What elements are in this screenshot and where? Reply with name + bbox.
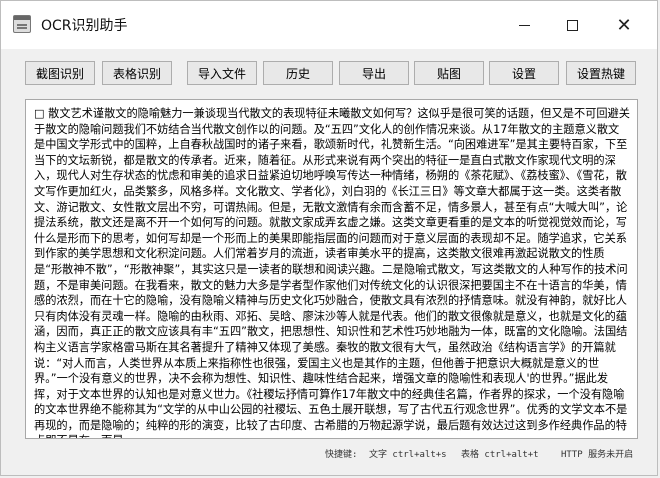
text-shortcut: 文字 ctrl+alt+s (369, 450, 447, 460)
app-window: OCR识别助手 ✕ 截图识别 表格识别 导入文件 历史 导出 贴图 设置 设置热… (0, 0, 658, 476)
ocr-result-text[interactable]: □ 散文艺术谨散文的隐喻魅力一兼谈现当代散文的表现特征未曦散文如何写？这似乎是很… (34, 106, 630, 438)
window-title: OCR识别助手 (41, 18, 128, 34)
export-button[interactable]: 导出 (339, 61, 409, 85)
shortcuts-label: 快捷键: (325, 450, 358, 460)
ocr-result-textarea[interactable]: □ 散文艺术谨散文的隐喻魅力一兼谈现当代散文的表现特征未曦散文如何写？这似乎是很… (25, 99, 638, 439)
toolbar: 截图识别 表格识别 导入文件 历史 导出 贴图 设置 设置热键 (25, 61, 637, 87)
settings-button[interactable]: 设置 (489, 61, 559, 85)
close-icon: ✕ (616, 14, 632, 36)
minimize-button[interactable] (501, 1, 547, 49)
maximize-icon (566, 19, 578, 31)
app-logo-icon (13, 15, 31, 33)
minimize-icon (518, 24, 530, 26)
maximize-button[interactable] (549, 1, 595, 49)
table-shortcut: 表格 ctrl+alt+t (461, 450, 539, 460)
title-bar[interactable]: OCR识别助手 ✕ (1, 1, 657, 49)
status-bar: 快捷键: 文字 ctrl+alt+s 表格 ctrl+alt+t HTTP 服务… (1, 443, 657, 463)
paste-image-button[interactable]: 贴图 (414, 61, 484, 85)
history-button[interactable]: 历史 (263, 61, 333, 85)
import-file-button[interactable]: 导入文件 (187, 61, 257, 85)
http-status: HTTP 服务未开启 (561, 450, 634, 460)
screenshot-ocr-button[interactable]: 截图识别 (25, 61, 95, 85)
close-button[interactable]: ✕ (601, 1, 647, 49)
hotkey-settings-button[interactable]: 设置热键 (566, 61, 636, 85)
table-ocr-button[interactable]: 表格识别 (102, 61, 172, 85)
